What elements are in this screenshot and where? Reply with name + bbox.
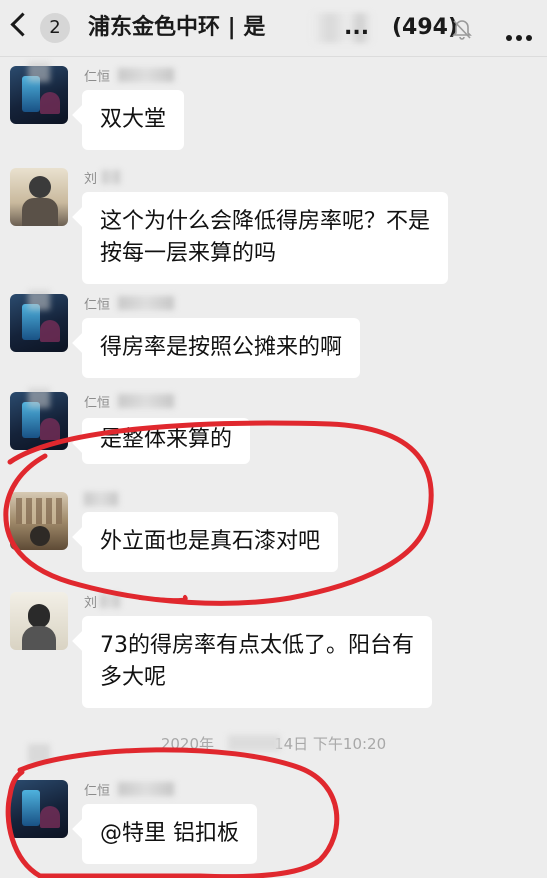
chevron-left-icon[interactable] xyxy=(10,12,35,37)
avatar[interactable] xyxy=(10,492,68,550)
annotation-tail xyxy=(138,595,188,603)
chat-header: 2 浦东金色中环 | 是 ... (494) xyxy=(0,0,547,57)
chat-title-ellipsis: ... xyxy=(344,15,370,40)
sender-name: 仁恒 xyxy=(84,784,111,799)
message-text: 是整体来算的 xyxy=(100,427,233,452)
bell-off-icon xyxy=(452,20,472,40)
message-bubble[interactable]: @特里 铝扣板 xyxy=(82,804,257,864)
unread-badge[interactable]: 2 xyxy=(40,13,70,43)
member-count: (494) xyxy=(392,15,459,40)
sender-name: 仁恒 xyxy=(84,70,111,85)
message-text-line: 按每一层来算的吗 xyxy=(100,241,277,266)
sender-name: 仁恒 xyxy=(84,396,111,411)
message-bubble[interactable]: 73的得房率有点太低了。阳台有 多大呢 xyxy=(82,616,432,708)
message-text: 双大堂 xyxy=(100,107,167,132)
message-text: 得房率是按照公摊来的啊 xyxy=(100,335,343,360)
chat-title[interactable]: 浦东金色中环 | 是 xyxy=(88,13,265,43)
sender-name: 仁恒 xyxy=(84,298,111,313)
message-bubble[interactable]: 外立面也是真石漆对吧 xyxy=(82,512,339,572)
message-text-line: 多大呢 xyxy=(100,665,167,690)
sender-name: 刘 xyxy=(84,172,98,187)
timestamp-redaction xyxy=(228,735,280,751)
message-bubble[interactable]: 得房率是按照公摊来的啊 xyxy=(82,318,361,378)
message-text: @特里 铝扣板 xyxy=(100,821,239,846)
avatar[interactable] xyxy=(10,780,68,838)
message-text-line: 73的得房率有点太低了。阳台有 xyxy=(100,633,414,658)
message-text: 外立面也是真石漆对吧 xyxy=(100,529,321,554)
timestamp-year: 2020年 xyxy=(160,735,215,753)
timestamp-time: 下午10:20 xyxy=(312,735,387,753)
avatar[interactable] xyxy=(10,592,68,650)
chat-title-text: 浦东金色中环 | 是 xyxy=(88,15,266,40)
message-bubble[interactable]: 是整体来算的 xyxy=(82,418,251,464)
sender-name: 刘 xyxy=(84,596,98,611)
message-bubble[interactable]: 这个为什么会降低得房率呢？不是 按每一层来算的吗 xyxy=(82,192,449,284)
avatar[interactable] xyxy=(10,168,68,226)
more-dots-icon[interactable] xyxy=(506,26,536,45)
message-bubble[interactable]: 双大堂 xyxy=(82,90,185,150)
message-text-line: 这个为什么会降低得房率呢？不是 xyxy=(100,209,431,234)
